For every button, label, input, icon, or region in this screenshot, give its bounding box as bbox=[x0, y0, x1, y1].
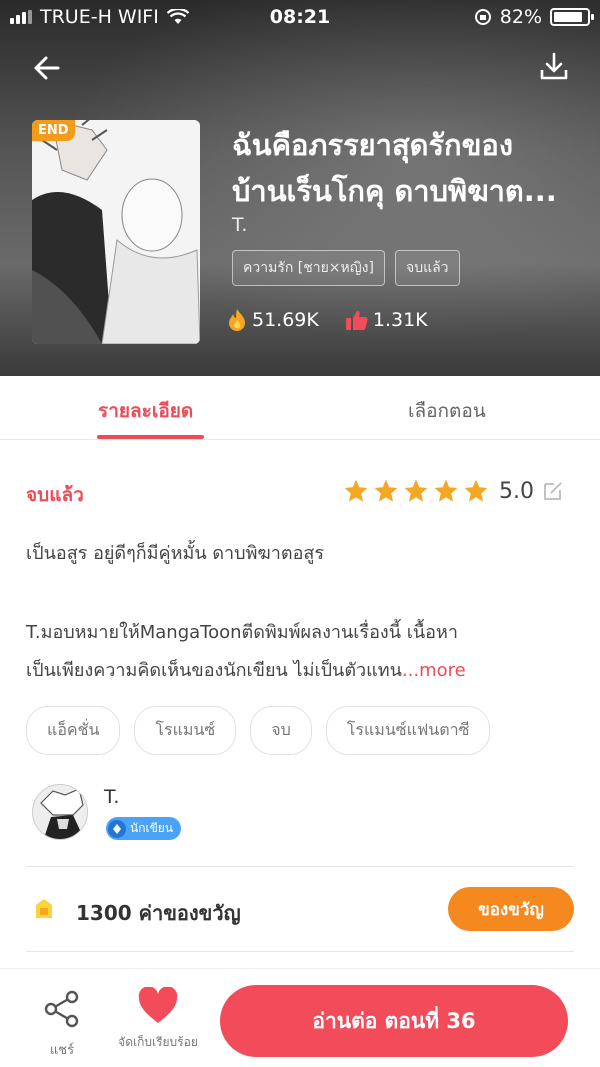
book-title: ฉันคือภรรยาสุดรักของ บ้านเร็นโกคุ ดาบพิฆ… bbox=[232, 122, 577, 214]
tag-chip[interactable]: โรแมนซ์แฟนตาซี bbox=[325, 706, 491, 755]
writer-badge-icon bbox=[108, 819, 126, 838]
book-header: TRUE-H WIFI 08:21 82% END ฉันคือภรรยาสุด… bbox=[0, 0, 600, 376]
status-bar: TRUE-H WIFI 08:21 82% bbox=[0, 0, 600, 34]
gift-icon bbox=[36, 899, 52, 918]
author-name[interactable]: T. bbox=[104, 786, 119, 808]
back-arrow-icon[interactable] bbox=[28, 50, 68, 86]
writer-badge-label: นักเขียน bbox=[130, 821, 174, 835]
share-icon bbox=[44, 990, 79, 1028]
cover-illustration bbox=[32, 120, 200, 344]
book-title-line-2: บ้านเร็นโกคุ ดาบพิฆาต... bbox=[232, 174, 557, 208]
tag-chip[interactable]: โรแมนซ์ bbox=[134, 706, 237, 755]
views-count: 51.69K bbox=[252, 309, 319, 331]
tab-detail[interactable]: รายละเอียด bbox=[98, 396, 193, 426]
likes-stat: 1.31K bbox=[345, 309, 428, 331]
star-icon bbox=[404, 479, 428, 502]
description: T.มอบหมายให้MangaToonตีดพิมพ์ผลงานเรื่อง… bbox=[26, 614, 574, 690]
bottom-action-bar: แชร์ จัดเก็บเรียบร้อย อ่านต่อ ตอนที่ 36 bbox=[0, 968, 600, 1067]
star-icon bbox=[434, 479, 458, 502]
gift-count: 1300 ค่าของขวัญ bbox=[76, 901, 241, 925]
favorite-label: จัดเก็บเรียบร้อย bbox=[118, 1035, 198, 1049]
thumbs-up-icon bbox=[345, 311, 368, 330]
book-stats: 51.69K 1.31K bbox=[226, 308, 428, 332]
description-line-2: เป็นเพียงความคิดเห็นของนักเขียน ไม่เป็นต… bbox=[26, 660, 402, 681]
more-link[interactable]: ...more bbox=[402, 660, 466, 681]
tag-list: แอ็คชั่น โรแมนซ์ จบ โรแมนซ์แฟนตาซี bbox=[26, 706, 491, 755]
rating: 5.0 bbox=[343, 478, 564, 504]
end-badge: END bbox=[32, 120, 75, 141]
avatar[interactable] bbox=[32, 784, 88, 840]
writer-badge: นักเขียน bbox=[106, 817, 182, 840]
likes-count: 1.31K bbox=[372, 309, 428, 331]
genre-tag[interactable]: จบแล้ว bbox=[394, 250, 460, 286]
views-stat: 51.69K bbox=[226, 308, 319, 332]
tab-bar: รายละเอียด เลือกตอน bbox=[0, 376, 600, 440]
gift-button[interactable]: ของขวัญ bbox=[448, 887, 574, 931]
fire-icon bbox=[229, 309, 245, 331]
tag-chip[interactable]: แอ็คชั่น bbox=[26, 706, 121, 755]
download-icon[interactable] bbox=[538, 50, 570, 84]
battery-percent: 82% bbox=[499, 6, 542, 28]
summary-text: เป็นอสูร อยู่ดีๆก็มีคู่หมั้น ดาบพิฆาตอสู… bbox=[26, 543, 325, 564]
header-author[interactable]: T. bbox=[232, 214, 247, 236]
star-icon bbox=[464, 479, 488, 502]
star-icon bbox=[374, 479, 398, 502]
tab-episodes[interactable]: เลือกตอน bbox=[408, 396, 486, 426]
rating-score: 5.0 bbox=[499, 478, 534, 504]
genre-tag[interactable]: ความรัก [ชาย×หญิง] bbox=[232, 250, 385, 286]
gift-row: 1300 ค่าของขวัญ ของขวัญ bbox=[26, 867, 574, 951]
favorite-button[interactable]: จัดเก็บเรียบร้อย bbox=[110, 986, 206, 1052]
orientation-lock-icon bbox=[474, 9, 491, 25]
book-title-line-1: ฉันคือภรรยาสุดรักของ bbox=[232, 128, 514, 162]
divider bbox=[26, 951, 574, 952]
completion-status: จบแล้ว bbox=[26, 484, 84, 506]
share-label: แชร์ bbox=[49, 1043, 75, 1058]
share-button[interactable]: แชร์ bbox=[38, 989, 86, 1060]
continue-reading-button[interactable]: อ่านต่อ ตอนที่ 36 bbox=[220, 985, 568, 1057]
star-icon bbox=[344, 479, 368, 502]
heart-icon bbox=[138, 986, 178, 1023]
description-line-1: T.มอบหมายให้MangaToonตีดพิมพ์ผลงานเรื่อง… bbox=[26, 622, 458, 643]
battery-icon bbox=[550, 8, 594, 26]
book-cover[interactable]: END bbox=[32, 120, 200, 344]
genre-tags: ความรัก [ชาย×หญิง] จบแล้ว bbox=[232, 250, 460, 286]
tab-indicator bbox=[97, 435, 204, 439]
tag-chip[interactable]: จบ bbox=[250, 706, 312, 755]
edit-rating-icon[interactable] bbox=[542, 480, 564, 502]
status-right: 82% bbox=[474, 6, 594, 28]
